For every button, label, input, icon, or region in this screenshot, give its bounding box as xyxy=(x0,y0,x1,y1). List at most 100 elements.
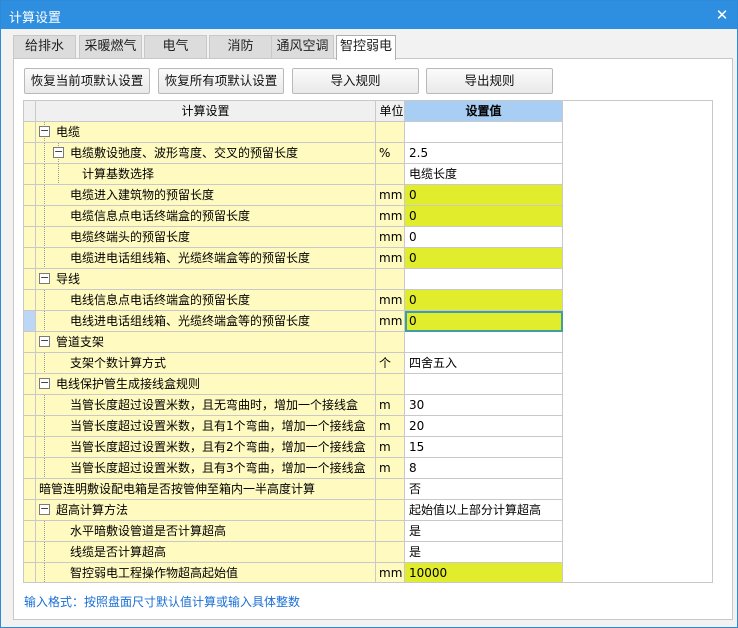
collapse-toggle-icon[interactable]: − xyxy=(53,146,64,158)
value-cell[interactable]: 0 xyxy=(405,311,563,332)
row-marker[interactable] xyxy=(24,416,36,437)
setting-label-cell[interactable]: − 超高计算方法 xyxy=(36,500,376,521)
table-row[interactable]: 当管长度超过设置米数，且有3个弯曲，增加一个接线盒 m 8 xyxy=(24,458,563,479)
collapse-toggle-icon[interactable]: − xyxy=(39,272,50,284)
value-cell[interactable]: 0 xyxy=(405,290,563,311)
row-marker[interactable] xyxy=(24,206,36,227)
table-row[interactable]: 当管长度超过设置米数，且有2个弯曲，增加一个接线盒 m 15 xyxy=(24,437,563,458)
setting-label-cell[interactable]: 水平暗敷设管道是否计算超高 xyxy=(36,521,376,542)
row-marker[interactable] xyxy=(24,458,36,479)
collapse-toggle-icon[interactable]: − xyxy=(39,377,50,389)
table-row[interactable]: − 管道支架 xyxy=(24,332,563,353)
value-cell[interactable] xyxy=(405,374,563,395)
setting-label-cell[interactable]: 暗管连明敷设配电箱是否按管伸至箱内一半高度计算 xyxy=(36,479,376,500)
table-row[interactable]: − 超高计算方法 起始值以上部分计算超高 xyxy=(24,500,563,521)
tab-fire[interactable]: 消防 xyxy=(209,35,272,59)
tab-hvac[interactable]: 通风空调 xyxy=(271,35,334,59)
setting-label-cell[interactable]: 电缆终端头的预留长度 xyxy=(36,227,376,248)
row-marker[interactable] xyxy=(24,248,36,269)
setting-label-cell[interactable]: 电缆进入建筑物的预留长度 xyxy=(36,185,376,206)
collapse-toggle-icon[interactable]: − xyxy=(39,125,50,137)
value-cell[interactable]: 0 xyxy=(405,206,563,227)
value-cell[interactable]: 2.5 xyxy=(405,143,563,164)
row-marker[interactable] xyxy=(24,374,36,395)
setting-label-cell[interactable]: 电缆信息点电话终端盒的预留长度 xyxy=(36,206,376,227)
value-cell[interactable]: 20 xyxy=(405,416,563,437)
value-cell[interactable]: 8 xyxy=(405,458,563,479)
value-cell[interactable]: 否 xyxy=(405,479,563,500)
row-marker[interactable] xyxy=(24,185,36,206)
value-cell[interactable]: 0 xyxy=(405,248,563,269)
row-marker[interactable] xyxy=(24,542,36,563)
setting-label-cell[interactable]: − 电缆敷设弛度、波形弯度、交叉的预留长度 xyxy=(36,143,376,164)
table-row[interactable]: 电缆信息点电话终端盒的预留长度 mm 0 xyxy=(24,206,563,227)
row-marker[interactable] xyxy=(24,479,36,500)
row-marker[interactable] xyxy=(24,395,36,416)
column-header-value[interactable]: 设置值 xyxy=(405,101,563,122)
table-row[interactable]: 电线信息点电话终端盒的预留长度 mm 0 xyxy=(24,290,563,311)
row-marker[interactable] xyxy=(24,290,36,311)
table-row[interactable]: − 电缆 xyxy=(24,122,563,143)
table-row[interactable]: 计算基数选择 电缆长度 xyxy=(24,164,563,185)
row-marker[interactable] xyxy=(24,227,36,248)
setting-label-cell[interactable]: − 管道支架 xyxy=(36,332,376,353)
value-cell[interactable]: 电缆长度 xyxy=(405,164,563,185)
import-rules-button[interactable]: 导入规则 xyxy=(292,68,419,94)
setting-label-cell[interactable]: 线缆是否计算超高 xyxy=(36,542,376,563)
value-cell[interactable] xyxy=(405,122,563,143)
table-row[interactable]: 电缆进电话组线箱、光缆终端盒等的预留长度 mm 0 xyxy=(24,248,563,269)
table-row[interactable]: 水平暗敷设管道是否计算超高 是 xyxy=(24,521,563,542)
value-cell[interactable]: 10000 xyxy=(405,563,563,582)
row-marker[interactable] xyxy=(24,311,36,332)
tab-heating-gas[interactable]: 采暖燃气 xyxy=(79,35,142,59)
value-cell[interactable]: 起始值以上部分计算超高 xyxy=(405,500,563,521)
restore-all-default-button[interactable]: 恢复所有项默认设置 xyxy=(158,68,284,94)
table-row[interactable]: − 电线保护管生成接线盒规则 xyxy=(24,374,563,395)
close-icon[interactable]: ✕ xyxy=(711,4,733,26)
value-cell[interactable]: 15 xyxy=(405,437,563,458)
value-cell[interactable]: 30 xyxy=(405,395,563,416)
setting-label-cell[interactable]: 电线进电话组线箱、光缆终端盒等的预留长度 xyxy=(36,311,376,332)
row-marker[interactable] xyxy=(24,500,36,521)
tab-electrical[interactable]: 电气 xyxy=(144,35,207,59)
row-marker[interactable] xyxy=(24,143,36,164)
value-cell[interactable] xyxy=(405,269,563,290)
value-cell[interactable]: 0 xyxy=(405,185,563,206)
column-header-setting[interactable]: 计算设置 xyxy=(36,101,376,122)
value-cell[interactable]: 0 xyxy=(405,227,563,248)
restore-current-default-button[interactable]: 恢复当前项默认设置 xyxy=(24,68,150,94)
setting-label-cell[interactable]: 智控弱电工程操作物超高起始值 xyxy=(36,563,376,582)
setting-label-cell[interactable]: 当管长度超过设置米数，且无弯曲时，增加一个接线盒 xyxy=(36,395,376,416)
tab-water[interactable]: 给排水 xyxy=(13,35,76,59)
table-row[interactable]: 支架个数计算方式 个四舍五入 xyxy=(24,353,563,374)
setting-label-cell[interactable]: 当管长度超过设置米数，且有2个弯曲，增加一个接线盒 xyxy=(36,437,376,458)
table-row[interactable]: 电缆终端头的预留长度 mm 0 xyxy=(24,227,563,248)
setting-label-cell[interactable]: 电缆进电话组线箱、光缆终端盒等的预留长度 xyxy=(36,248,376,269)
row-marker[interactable] xyxy=(24,353,36,374)
table-row[interactable]: 电线进电话组线箱、光缆终端盒等的预留长度 mm 0 xyxy=(24,311,563,332)
table-row[interactable]: 电缆进入建筑物的预留长度 mm 0 xyxy=(24,185,563,206)
value-cell[interactable]: 是 xyxy=(405,521,563,542)
collapse-toggle-icon[interactable]: − xyxy=(39,503,50,515)
table-row[interactable]: − 电缆敷设弛度、波形弯度、交叉的预留长度% 2.5 xyxy=(24,143,563,164)
value-cell[interactable]: 四舍五入 xyxy=(405,353,563,374)
row-marker[interactable] xyxy=(24,437,36,458)
table-row[interactable]: 当管长度超过设置米数，且有1个弯曲，增加一个接线盒 m 20 xyxy=(24,416,563,437)
table-row[interactable]: − 导线 xyxy=(24,269,563,290)
setting-label-cell[interactable]: − 导线 xyxy=(36,269,376,290)
tab-smart-weak-current[interactable]: 智控弱电 xyxy=(336,35,396,60)
value-cell[interactable]: 是 xyxy=(405,542,563,563)
table-row[interactable]: 当管长度超过设置米数，且无弯曲时，增加一个接线盒 m 30 xyxy=(24,395,563,416)
setting-label-cell[interactable]: 计算基数选择 xyxy=(36,164,376,185)
row-marker[interactable] xyxy=(24,563,36,582)
setting-label-cell[interactable]: − 电线保护管生成接线盒规则 xyxy=(36,374,376,395)
setting-label-cell[interactable]: − 电缆 xyxy=(36,122,376,143)
table-row[interactable]: 暗管连明敷设配电箱是否按管伸至箱内一半高度计算 否 xyxy=(24,479,563,500)
table-row[interactable]: 线缆是否计算超高 是 xyxy=(24,542,563,563)
row-marker[interactable] xyxy=(24,269,36,290)
row-marker[interactable] xyxy=(24,521,36,542)
export-rules-button[interactable]: 导出规则 xyxy=(426,68,553,94)
table-row[interactable]: 智控弱电工程操作物超高起始值 mm 10000 xyxy=(24,563,563,582)
collapse-toggle-icon[interactable]: − xyxy=(39,335,50,347)
value-cell[interactable] xyxy=(405,332,563,353)
